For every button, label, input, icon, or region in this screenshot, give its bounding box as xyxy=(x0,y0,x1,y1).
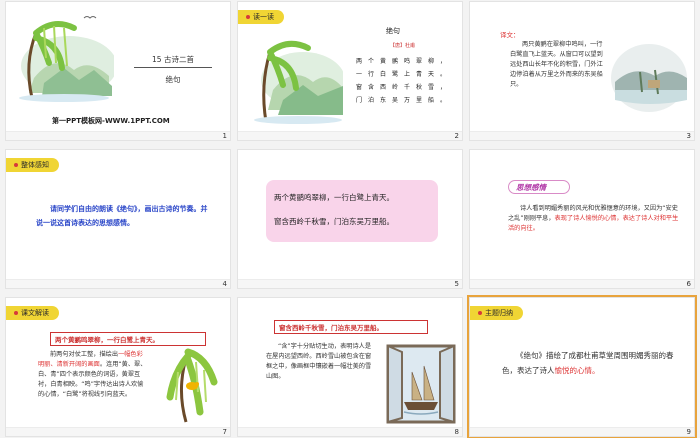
slide-thumbnail-3[interactable]: 译文： 两只黄鹂在翠柳中鸣叫，一行白鹭直飞上蓝天。从窗口可以望到远处西山长年不化… xyxy=(469,1,695,141)
slide-1-footer: 第一PPT模板网-WWW.1PPT.COM xyxy=(52,117,170,125)
slide-number: 6 xyxy=(686,280,691,288)
slide-number: 4 xyxy=(222,280,227,288)
summary-text-b: 愉悦的心情。 xyxy=(554,366,600,375)
instruction-text: 请同学们自由的朗读《绝句》，画出古诗的节奏。并说一说这首诗表达的思想感情。 xyxy=(36,204,208,227)
dot-icon xyxy=(14,311,18,315)
slide-bar xyxy=(6,279,230,288)
slide-number: 5 xyxy=(454,280,459,288)
slide-bar xyxy=(470,279,694,288)
section-tag: 读一读 xyxy=(238,10,284,24)
feeling-text: 诗人看到明媚秀丽的风光和优雅惬意的环境，又因为“安史之乱”刚刚平息，表现了诗人愉… xyxy=(508,204,684,234)
slide-thumbnail-1[interactable]: 15 古诗二首 绝句 第一PPT模板网-WWW.1PPT.COM 1 xyxy=(5,1,231,141)
section-tag-label: 整体感知 xyxy=(21,161,49,169)
poem-author: 【唐】杜甫 xyxy=(390,43,416,49)
slide-thumbnail-4[interactable]: 整体感知 请同学们自由的朗读《绝句》，画出古诗的节奏。并说一说这首诗表达的思想感… xyxy=(5,149,231,289)
poem-line-1: 两个黄鹂鸣翠柳， xyxy=(356,58,453,65)
willow-bird-image xyxy=(166,348,218,423)
landscape-illustration xyxy=(254,40,343,124)
poem-line-b: 窗含西岭千秋雪，门泊东吴万里船。 xyxy=(274,217,394,226)
slide-thumbnail-2[interactable]: 读一读 绝句 【唐】杜甫 两个黄鹂鸣翠柳， 一行白鹭上青天。 窗含西岭千秋雪， … xyxy=(237,1,463,141)
slide-bar xyxy=(6,427,230,436)
slide-thumbnail-6[interactable]: 思想感情 诗人看到明媚秀丽的风光和优雅惬意的环境，又因为“安史之乱”刚刚平息，表… xyxy=(469,149,695,289)
poem-line-4: 门泊东吴万里船。 xyxy=(356,97,453,104)
slide-number: 7 xyxy=(222,428,227,436)
slide-thumbnail-5[interactable]: 两个黄鹂鸣翠柳，一行白鹭上青天。 窗含西岭千秋雪，门泊东吴万里船。 5 xyxy=(237,149,463,289)
slide-number: 8 xyxy=(454,428,459,436)
section-tag-label: 主题归纳 xyxy=(485,309,513,317)
slide-number: 3 xyxy=(686,132,691,140)
quote-box: 窗含西岭千秋雪，门泊东吴万里船。 xyxy=(274,320,428,334)
slide-bar xyxy=(470,427,694,436)
dot-icon xyxy=(478,311,482,315)
dot-icon xyxy=(14,163,18,167)
slide-bar xyxy=(470,131,694,140)
slide-1-divider xyxy=(134,67,212,68)
slide-number: 2 xyxy=(454,132,459,140)
summary-text: 《绝句》描绘了成都杜甫草堂周围明媚秀丽的春色，表达了诗人愉悦的心情。 xyxy=(502,348,682,378)
translation-text: 两只黄鹂在翠柳中鸣叫，一行白鹭直飞上蓝天。从窗口可以望到远处西山长年不化的积雪，… xyxy=(510,41,603,88)
slide-1-subtitle: 绝句 xyxy=(165,75,181,84)
poem-line-3: 窗含西岭千秋雪， xyxy=(356,84,453,91)
slide-thumbnail-9[interactable]: 主题归纳 《绝句》描绘了成都杜甫草堂周围明媚秀丽的春色，表达了诗人愉悦的心情。 … xyxy=(467,295,697,438)
window-ship-image xyxy=(386,344,456,424)
slide-1-title: 15 古诗二首 xyxy=(152,55,194,64)
section-tag: 课文解读 xyxy=(6,306,59,320)
section-tag-label: 课文解读 xyxy=(21,309,49,317)
slide-thumbnail-7[interactable]: 课文解读 两个黄鹂鸣翠柳，一行白鹭上青天。 前两句对仗工整，描绘出一幅色彩明丽、… xyxy=(5,297,231,437)
analysis-text: 前两句对仗工整，描绘出一幅色彩明丽、清新开阔的画面。连用“黄、翠、白、青”四个表… xyxy=(38,350,148,400)
poem-title: 绝句 xyxy=(386,27,400,35)
poem-highlight-box xyxy=(266,180,438,242)
section-tag-label: 读一读 xyxy=(253,13,274,21)
poem-line-a: 两个黄鹂鸣翠柳，一行白鹭上青天。 xyxy=(274,193,394,202)
slide-bar xyxy=(6,131,230,140)
slide-thumbnail-8[interactable]: 窗含西岭千秋雪，门泊东吴万里船。 “含”字十分贴切生动，表明诗人是在屋内远望西岭… xyxy=(237,297,463,437)
landscape-illustration xyxy=(19,16,114,102)
analysis-text: “含”字十分贴切生动，表明诗人是在屋内远望西岭。西岭雪山被包含在窗框之中，像画框… xyxy=(266,343,372,380)
slide-number: 9 xyxy=(686,428,691,436)
poem-line-2: 一行白鹭上青天。 xyxy=(356,71,453,78)
heading-text: 思想感情 xyxy=(516,183,546,192)
slide-number: 1 xyxy=(222,132,227,140)
river-landscape-image xyxy=(611,44,687,112)
slide-bar xyxy=(238,131,462,140)
slide-bar xyxy=(238,279,462,288)
analysis-text-1: 前两句对仗工整，描绘出 xyxy=(50,351,119,358)
translation-label: 译文： xyxy=(500,31,520,39)
slide-bar xyxy=(238,427,462,436)
dot-icon xyxy=(246,15,250,19)
section-tag: 整体感知 xyxy=(6,158,59,172)
section-tag: 主题归纳 xyxy=(470,306,523,320)
